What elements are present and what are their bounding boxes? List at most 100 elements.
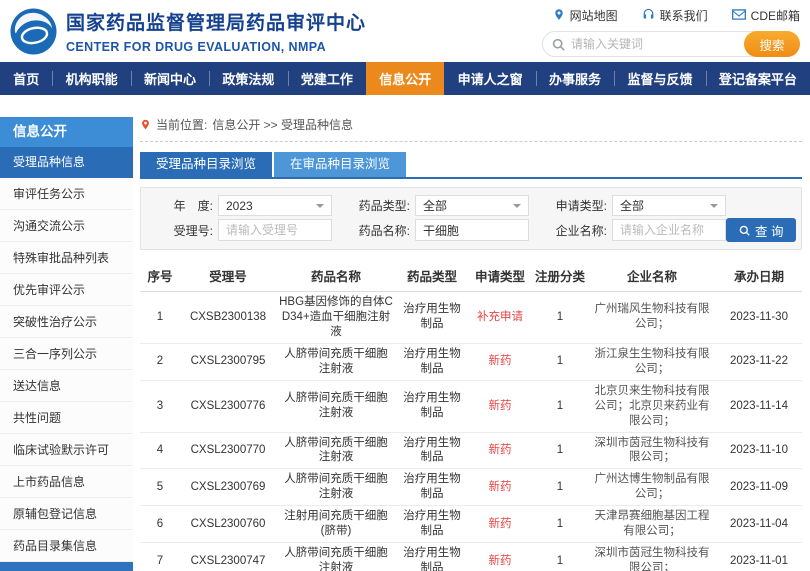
cell-apply-type: 新药 bbox=[468, 343, 532, 381]
sidebar-item[interactable]: 送达信息 bbox=[0, 370, 133, 402]
results-table: 序号 受理号 药品名称 药品类型 申请类型 注册分类 企业名称 承办日期 1 CXSB23001… bbox=[140, 260, 802, 571]
column-header: 药品名称 bbox=[276, 260, 396, 292]
filter-panel: 年 度: 2023 药品类型: 全部 申请类型: 全部 受理号: 请输入受理号 … bbox=[140, 187, 802, 250]
year-select[interactable]: 2023 bbox=[218, 195, 332, 216]
tab-accepted-catalog[interactable]: 受理品种目录浏览 bbox=[140, 152, 273, 177]
cell-apply-type: 新药 bbox=[468, 432, 532, 470]
company-label: 企业名称: bbox=[555, 223, 607, 238]
sidebar-item[interactable]: 审评任务公示 bbox=[0, 178, 133, 210]
sidebar-item[interactable]: 受理品种信息 bbox=[0, 147, 133, 178]
tab-under-review-catalog[interactable]: 在审品种目录浏览 bbox=[274, 152, 407, 177]
cell-reg-class: 1 bbox=[532, 380, 588, 433]
cell-drug-name: 人脐带间充质干细胞注射液 bbox=[276, 343, 396, 381]
nav-item[interactable]: 党建工作 bbox=[287, 62, 366, 95]
sidebar-item[interactable]: 药品目录集信息 bbox=[0, 530, 133, 562]
cell-drug-type: 治疗用生物制品 bbox=[396, 468, 468, 507]
cell-drug-type: 治疗用生物制品 bbox=[396, 505, 468, 544]
cell-date: 2023-11-22 bbox=[716, 343, 802, 381]
cell-no: 2 bbox=[140, 343, 180, 381]
column-header: 受理号 bbox=[180, 260, 276, 292]
sidebar-item[interactable]: 沟通交流公示 bbox=[0, 210, 133, 242]
cell-no: 4 bbox=[140, 432, 180, 470]
nav-item[interactable]: 政策法规 bbox=[209, 62, 287, 95]
cell-drug-type: 治疗用生物制品 bbox=[396, 380, 468, 433]
sidebar-item[interactable]: 突破性治疗公示 bbox=[0, 306, 133, 338]
nav-item[interactable]: 信息公开 bbox=[366, 62, 445, 95]
column-header: 序号 bbox=[140, 260, 180, 292]
year-label: 年 度: bbox=[173, 199, 213, 213]
apply-type-label: 申请类型: bbox=[555, 199, 607, 213]
acceptance-no-label: 受理号: bbox=[173, 223, 213, 238]
contact-us-link[interactable]: 联系我们 bbox=[642, 7, 708, 24]
drug-name-input[interactable] bbox=[415, 219, 529, 241]
table-row: 1 CXSB2300138 HBG基因修饰的自体CD34+造血干细胞注射液 治疗用生物… bbox=[140, 291, 802, 344]
cell-no: 6 bbox=[140, 505, 180, 544]
cell-acceptance-no: CXSL2300747 bbox=[180, 542, 276, 571]
nav-item[interactable]: 监督与反馈 bbox=[614, 62, 705, 95]
site-map-label: 网站地图 bbox=[569, 9, 618, 23]
cell-apply-type: 新药 bbox=[468, 505, 532, 544]
cell-drug-type: 治疗用生物制品 bbox=[396, 432, 468, 470]
nav-item[interactable]: 机构职能 bbox=[52, 62, 130, 95]
cell-drug-name: 人脐带间充质干细胞注射液 bbox=[276, 432, 396, 470]
sidebar-item[interactable]: 共性问题 bbox=[0, 402, 133, 434]
table-row: 3 CXSL2300776 人脐带间充质干细胞注射液 治疗用生物制品 新药 1 北京贝来生物… bbox=[140, 380, 802, 433]
cell-drug-type: 治疗用生物制品 bbox=[396, 343, 468, 381]
drug-name-label: 药品名称: bbox=[358, 223, 410, 238]
cell-acceptance-no: CXSL2300770 bbox=[180, 432, 276, 470]
search-input[interactable] bbox=[565, 37, 744, 51]
nav-item[interactable]: 申请人之窗 bbox=[444, 62, 535, 95]
sidebar-item[interactable]: 特殊审批品种列表 bbox=[0, 242, 133, 274]
cell-drug-name: 注射用间充质干细胞(脐带) bbox=[276, 505, 396, 544]
nav-item[interactable]: 登记备案平台 bbox=[705, 62, 810, 95]
search-button[interactable]: 搜索 bbox=[744, 31, 800, 57]
cell-reg-class: 1 bbox=[532, 505, 588, 544]
breadcrumb-label: 当前位置: bbox=[156, 118, 208, 132]
location-pin-icon bbox=[140, 118, 151, 131]
acceptance-no-input[interactable] bbox=[218, 219, 332, 241]
sidebar-item[interactable]: 优先审评公示 bbox=[0, 274, 133, 306]
cell-date: 2023-11-01 bbox=[716, 542, 802, 571]
table-row: 4 CXSL2300770 人脐带间充质干细胞注射液 治疗用生物制品 新药 1 深圳市茵冠生… bbox=[140, 432, 802, 470]
sidebar-item[interactable]: 临床试验默示许可 bbox=[0, 434, 133, 466]
breadcrumb-path[interactable]: 信息公开 >> 受理品种信息 bbox=[212, 116, 353, 133]
sidebar-item[interactable]: 三合一序列公示 bbox=[0, 338, 133, 370]
drug-type-select[interactable]: 全部 bbox=[415, 195, 529, 216]
nav-item[interactable]: 首页 bbox=[0, 62, 52, 95]
cell-date: 2023-11-04 bbox=[716, 505, 802, 544]
map-pin-icon bbox=[553, 8, 565, 24]
cell-company: 深圳市茵冠生物科技有限公司； bbox=[588, 432, 716, 470]
nav-item[interactable]: 新闻中心 bbox=[130, 62, 209, 95]
cde-logo-icon bbox=[10, 7, 57, 55]
table-header-row: 序号 受理号 药品名称 药品类型 申请类型 注册分类 企业名称 承办日期 bbox=[140, 260, 802, 292]
cde-mailbox-link[interactable]: CDE邮箱 bbox=[731, 7, 800, 24]
drug-type-label: 药品类型: bbox=[358, 199, 410, 213]
headset-icon bbox=[642, 8, 655, 24]
header-search: 搜索 bbox=[542, 31, 800, 57]
cell-company: 浙江泉生生物科技有限公司； bbox=[588, 343, 716, 381]
apply-type-select[interactable]: 全部 bbox=[612, 195, 726, 216]
cell-no: 5 bbox=[140, 468, 180, 507]
sidebar-item[interactable]: 原辅包登记信息 bbox=[0, 498, 133, 530]
table-row: 5 CXSL2300769 人脐带间充质干细胞注射液 治疗用生物制品 新药 1 广州达博生物… bbox=[140, 468, 802, 507]
main-nav: 首页 机构职能 新闻中心 政策法规 党建工作 信息公开 申请人之窗 办事服务 监督与反馈 登记备案… bbox=[0, 62, 810, 95]
cell-reg-class: 1 bbox=[532, 468, 588, 507]
cell-acceptance-no: CXSL2300760 bbox=[180, 505, 276, 544]
company-input[interactable] bbox=[612, 219, 726, 241]
cell-no: 3 bbox=[140, 380, 180, 433]
breadcrumb: 当前位置: 信息公开 >> 受理品种信息 bbox=[140, 112, 802, 142]
cde-logo[interactable] bbox=[10, 7, 57, 55]
search-icon bbox=[552, 38, 565, 51]
query-button[interactable]: 查 询 bbox=[726, 218, 797, 242]
cell-no: 1 bbox=[140, 291, 180, 344]
query-search-icon bbox=[739, 225, 750, 236]
column-header: 注册分类 bbox=[532, 260, 588, 292]
cell-company: 深圳市茵冠生物科技有限公司； bbox=[588, 542, 716, 571]
contact-us-label: 联系我们 bbox=[659, 9, 708, 23]
cell-reg-class: 1 bbox=[532, 542, 588, 571]
sidebar-item[interactable]: 上市药品信息 bbox=[0, 466, 133, 498]
query-button-label: 查 询 bbox=[755, 224, 784, 239]
site-map-link[interactable]: 网站地图 bbox=[553, 7, 618, 24]
cell-apply-type: 新药 bbox=[468, 380, 532, 433]
nav-item[interactable]: 办事服务 bbox=[535, 62, 614, 95]
